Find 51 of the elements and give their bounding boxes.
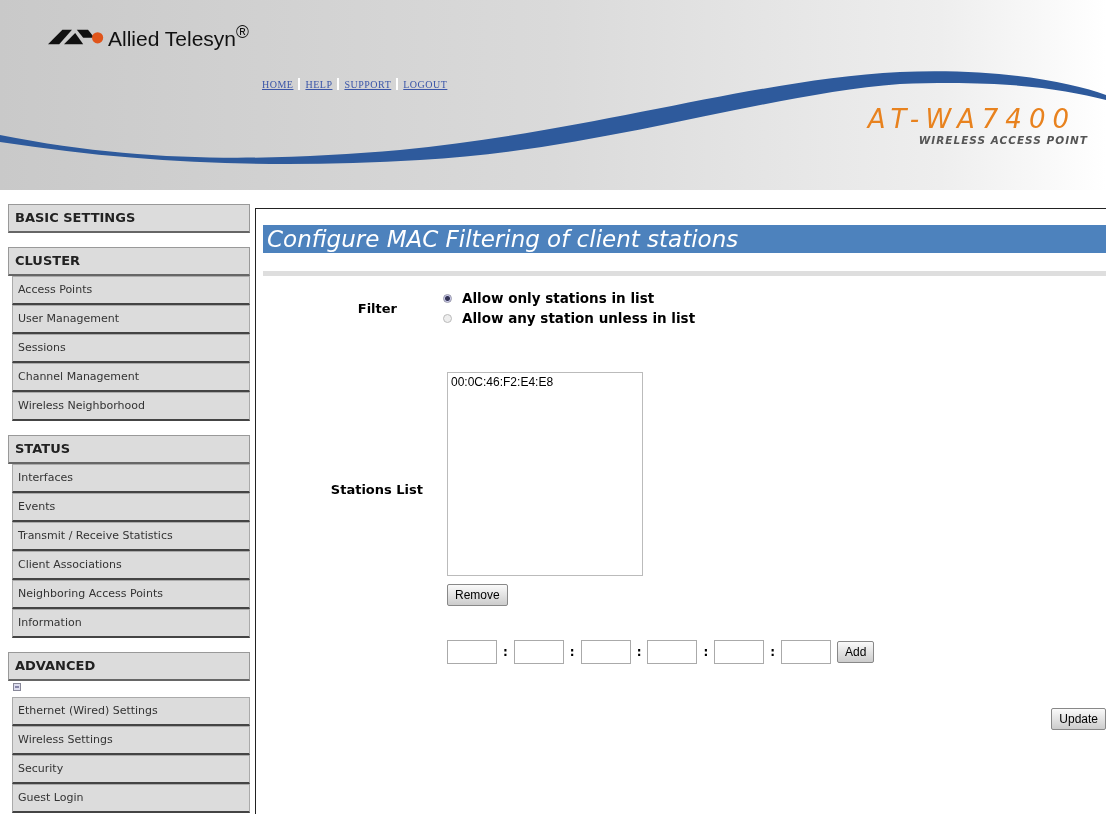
radio-label[interactable]: Allow only stations in list bbox=[462, 290, 655, 306]
logo-icon bbox=[48, 27, 104, 46]
separator: : bbox=[703, 645, 709, 659]
separator: : bbox=[503, 645, 508, 659]
section-header[interactable]: ADVANCED bbox=[8, 652, 250, 681]
brand-name: Allied Telesyn$^{®}$ bbox=[108, 22, 249, 51]
section-header[interactable]: CLUSTER bbox=[8, 247, 250, 276]
radio-button[interactable] bbox=[443, 293, 452, 303]
header-link[interactable]: LOGOUT bbox=[403, 78, 448, 90]
mac-octet-field[interactable] bbox=[513, 640, 564, 664]
mac-octet-field[interactable] bbox=[647, 640, 698, 664]
product-subtitle: WIRELESS ACCESS POINT bbox=[917, 134, 1088, 146]
header-link[interactable]: HOME bbox=[262, 78, 294, 90]
stations-list-label: Stations List bbox=[329, 481, 423, 497]
sidebar-item[interactable]: Wireless Settings bbox=[12, 726, 250, 755]
sidebar-item[interactable]: Access Points bbox=[12, 276, 250, 305]
section-header[interactable]: STATUS bbox=[8, 435, 250, 464]
radio-label[interactable]: Allow any station unless in list bbox=[462, 310, 696, 326]
stations-listbox[interactable]: 00:0C:46:F2:E4:E8 bbox=[447, 372, 643, 576]
add-button[interactable]: Add bbox=[837, 641, 875, 663]
sidebar-item[interactable]: Ethernet (Wired) Settings bbox=[12, 697, 250, 726]
product-name: AT-WA7400 bbox=[867, 104, 1076, 134]
separator: : bbox=[770, 645, 776, 659]
sidebar-item[interactable]: Wireless Neighborhood bbox=[12, 392, 250, 421]
remove-button[interactable]: Remove bbox=[447, 584, 508, 606]
sidebar-item[interactable]: Channel Management bbox=[12, 363, 250, 392]
header-link[interactable]: HELP bbox=[305, 78, 333, 90]
sidebar-item[interactable]: User Management bbox=[12, 305, 250, 334]
mac-octet-field[interactable] bbox=[781, 640, 832, 664]
separator: : bbox=[569, 645, 575, 659]
page-title: Configure MAC Filtering of client stations bbox=[263, 225, 1106, 253]
mac-octet-field[interactable] bbox=[714, 640, 765, 664]
mac-octet-field[interactable] bbox=[580, 640, 631, 664]
sidebar-item[interactable]: Information bbox=[12, 609, 250, 638]
collapse-icon[interactable] bbox=[13, 683, 21, 691]
sidebar-item[interactable]: Transmit / Receive Statistics bbox=[12, 522, 250, 551]
section-header[interactable]: BASIC SETTINGS bbox=[8, 204, 250, 233]
sidebar-item[interactable]: Guest Login bbox=[12, 784, 250, 813]
radio-button[interactable] bbox=[443, 313, 452, 323]
header-link[interactable]: SUPPORT bbox=[344, 78, 392, 90]
sidebar-item[interactable]: Security bbox=[12, 755, 250, 784]
sidebar-item[interactable]: Sessions bbox=[12, 334, 250, 363]
mac-octet-field[interactable] bbox=[447, 640, 497, 664]
sidebar-item[interactable]: Neighboring Access Points bbox=[12, 580, 250, 609]
update-button[interactable]: Update bbox=[1051, 708, 1106, 730]
separator: : bbox=[636, 645, 642, 659]
station-entry[interactable]: 00:0C:46:F2:E4:E8 bbox=[451, 375, 639, 389]
sidebar-item[interactable]: Client Associations bbox=[12, 551, 250, 580]
filter-label: Filter bbox=[356, 300, 397, 316]
sidebar-item[interactable]: Interfaces bbox=[12, 464, 250, 493]
sidebar-item[interactable]: Events bbox=[12, 493, 250, 522]
